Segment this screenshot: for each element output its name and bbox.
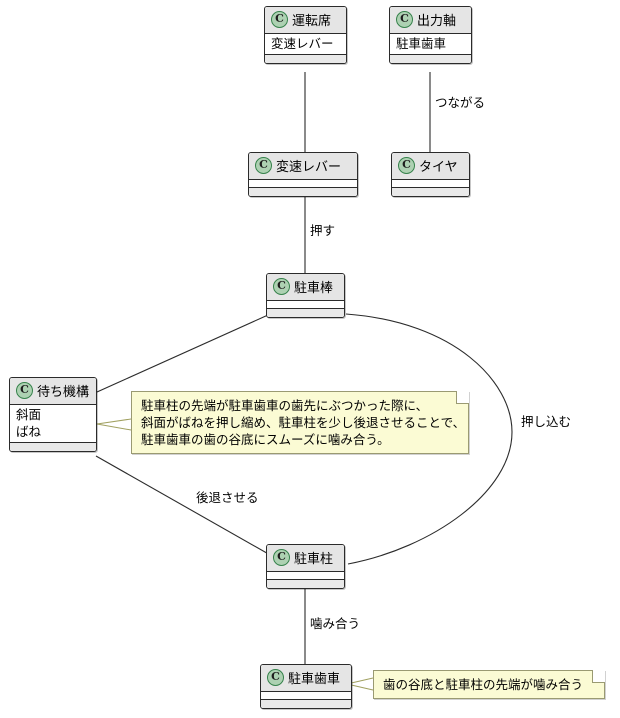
class-name-chushabou: 駐車棒: [294, 281, 334, 296]
class-methods-machikikou: [10, 443, 96, 451]
class-methods-chushabou: [267, 309, 344, 317]
class-box-machikikou[interactable]: C 待ち機構 斜面 ばね: [9, 377, 97, 452]
class-header-untensheki: C 運転席: [265, 7, 346, 34]
note-line: 駐車歯車の歯の谷底にスムーズに噛み合う。: [141, 432, 390, 447]
class-badge-icon: C: [271, 11, 288, 28]
class-badge-icon: C: [273, 549, 290, 566]
edge-layer: [95, 72, 513, 691]
class-attributes-hensoku-lever: [249, 180, 357, 188]
class-header-chushachu: C 駐車柱: [267, 545, 344, 572]
class-header-shutsuryokujiku: C 出力軸: [390, 7, 471, 34]
class-name-chushahaguruma: 駐車歯車: [288, 672, 341, 687]
class-name-machikikou: 待ち機構: [37, 385, 90, 400]
class-attributes-untensheki: 変速レバー: [265, 34, 346, 55]
class-attributes-chushahaguruma: [261, 692, 351, 700]
class-box-chushachu[interactable]: C 駐車柱: [266, 544, 345, 589]
uml-class-diagram: C 運転席 変速レバー C 出力軸 駐車歯車 C 変速レバー C タイヤ C 駐…: [0, 0, 620, 718]
class-badge-icon: C: [398, 157, 415, 174]
edge-label-oshikomu: 押し込む: [521, 414, 572, 429]
class-attributes-tire: [392, 180, 469, 188]
class-box-shutsuryokujiku[interactable]: C 出力軸 駐車歯車: [389, 6, 472, 64]
class-header-chushabou: C 駐車棒: [267, 274, 344, 301]
class-header-tire: C タイヤ: [392, 153, 469, 180]
note-line: 歯の谷底と駐車柱の先端が噛み合う: [383, 677, 584, 692]
class-badge-icon: C: [267, 669, 284, 686]
class-box-tire[interactable]: C タイヤ: [391, 152, 470, 197]
class-box-untensheki[interactable]: C 運転席 変速レバー: [264, 6, 347, 64]
class-badge-icon: C: [396, 11, 413, 28]
class-badge-icon: C: [273, 278, 290, 295]
class-name-shutsuryokujiku: 出力軸: [417, 14, 457, 29]
class-methods-tire: [392, 188, 469, 196]
class-methods-chushachu: [267, 580, 344, 588]
class-box-hensoku-lever[interactable]: C 変速レバー: [248, 152, 358, 197]
note-line: 駐車柱の先端が駐車歯車の歯先にぶつかった際に、: [141, 398, 429, 413]
class-box-chushabou[interactable]: C 駐車棒: [266, 273, 345, 318]
edge-machikikou-chushachu: [95, 455, 273, 557]
class-attribute: 駐車歯車: [396, 36, 447, 51]
class-badge-icon: C: [16, 382, 33, 399]
class-attribute: 斜面: [16, 407, 42, 422]
class-box-chushahaguruma[interactable]: C 駐車歯車: [260, 664, 352, 709]
note-connector-machikikou: [96, 418, 132, 431]
class-name-untensheki: 運転席: [292, 14, 332, 29]
class-attribute: 変速レバー: [271, 36, 334, 51]
class-name-chushachu: 駐車柱: [294, 552, 334, 567]
note-line: 斜面がばねを押し縮め、駐車柱を少し後退させることで、: [141, 415, 466, 430]
class-attributes-chushabou: [267, 301, 344, 309]
note-fold-corner-icon: [592, 670, 605, 683]
edge-label-osu: 押す: [310, 223, 336, 238]
class-badge-icon: C: [255, 157, 272, 174]
class-header-chushahaguruma: C 駐車歯車: [261, 665, 351, 692]
class-header-machikikou: C 待ち機構: [10, 378, 96, 405]
note-chushahaguruma[interactable]: 歯の谷底と駐車柱の先端が噛み合う: [373, 670, 605, 699]
class-methods-shutsuryokujiku: [390, 55, 471, 63]
class-methods-untensheki: [265, 55, 346, 63]
edge-label-koutaisaseru: 後退させる: [196, 490, 259, 505]
class-methods-hensoku-lever: [249, 188, 357, 196]
class-attributes-shutsuryokujiku: 駐車歯車: [390, 34, 471, 55]
edge-label-kamiau: 噛み合う: [310, 616, 361, 631]
class-name-hensoku-lever: 変速レバー: [276, 160, 342, 175]
class-attribute: ばね: [16, 424, 42, 439]
class-methods-chushahaguruma: [261, 700, 351, 708]
class-name-tire: タイヤ: [419, 160, 458, 175]
class-attributes-chushachu: [267, 572, 344, 580]
class-attributes-machikikou: 斜面 ばね: [10, 405, 96, 443]
edge-chushabou-machikikou: [96, 314, 269, 393]
note-machikikou[interactable]: 駐車柱の先端が駐車歯車の歯先にぶつかった際に、 斜面がばねを押し縮め、駐車柱を少…: [131, 391, 469, 454]
note-fold-corner-icon: [456, 391, 469, 404]
class-header-hensoku-lever: C 変速レバー: [249, 153, 357, 180]
edge-label-tsunagaru: つながる: [435, 95, 486, 110]
